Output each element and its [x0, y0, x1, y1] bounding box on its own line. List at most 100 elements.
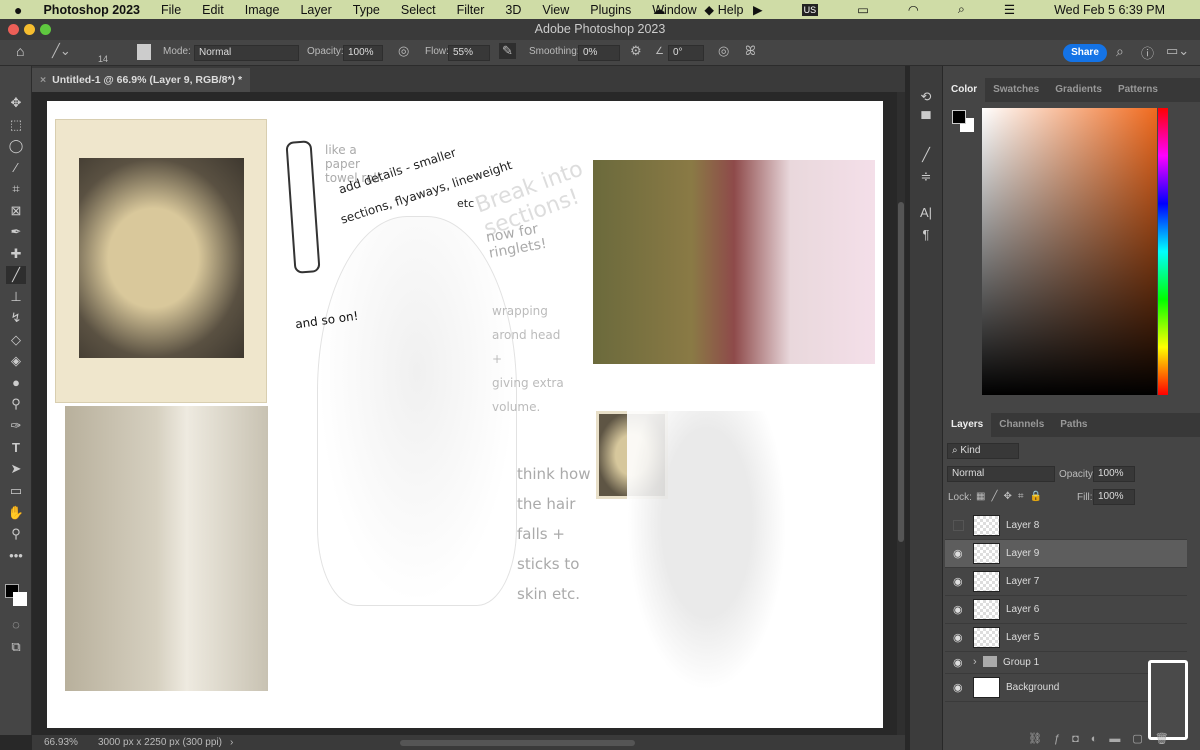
tab-patterns[interactable]: Patterns — [1110, 78, 1166, 102]
clock[interactable]: Wed Feb 5 6:39 PM — [1054, 3, 1165, 17]
layer-blend-mode[interactable]: Normal — [947, 466, 1055, 482]
help-icon[interactable]: ⓘ — [1141, 43, 1154, 62]
search-icon[interactable]: ⌕ — [1116, 43, 1124, 60]
zoom-tool-icon[interactable]: ⚲ — [6, 525, 26, 543]
menu-type[interactable]: Type — [353, 3, 380, 17]
eye-icon[interactable]: ◉ — [953, 603, 963, 616]
home-icon[interactable]: ⌂ — [16, 43, 24, 59]
type-tool-icon[interactable]: T — [6, 439, 26, 457]
eye-icon[interactable]: ◉ — [953, 547, 963, 560]
more-tools-icon[interactable]: ••• — [6, 547, 26, 565]
layer-filter-kind[interactable]: ⌕ Kind — [947, 443, 1019, 459]
wifi-icon[interactable]: ◠ — [908, 2, 919, 17]
share-button[interactable]: Share — [1063, 44, 1107, 62]
comments-panel-icon[interactable]: ▀ — [916, 110, 936, 128]
blur-tool-icon[interactable]: ● — [6, 374, 26, 392]
healing-brush-tool-icon[interactable]: ✚ — [6, 245, 26, 263]
tab-gradients[interactable]: Gradients — [1047, 78, 1110, 102]
screen-mode-icon[interactable]: ⧉ — [6, 638, 26, 656]
layer-row-layer-7[interactable]: ◉ Layer 7 — [945, 568, 1187, 596]
eye-icon[interactable]: ◉ — [953, 631, 963, 644]
tab-swatches[interactable]: Swatches — [985, 78, 1047, 102]
menu-layer[interactable]: Layer — [300, 3, 331, 17]
brush-size[interactable]: 14 — [98, 54, 108, 64]
brush-panel-icon[interactable]: ╱ — [916, 146, 936, 164]
quick-mask-icon[interactable]: ◌ — [6, 616, 26, 634]
layer-opacity-input[interactable]: 100% — [1093, 466, 1135, 482]
move-tool-icon[interactable]: ✥ — [6, 94, 26, 112]
visibility-toggle-off[interactable] — [953, 520, 964, 531]
hand-tool-icon[interactable]: ✋ — [6, 504, 26, 522]
menu-file[interactable]: File — [161, 3, 181, 17]
group-expand-chevron-icon[interactable]: › — [973, 656, 977, 668]
smoothing-input[interactable]: 0% — [578, 45, 620, 61]
layer-row-layer-5[interactable]: ◉ Layer 5 — [945, 624, 1187, 652]
battery-icon[interactable]: ▭ — [857, 2, 869, 17]
apple-menu[interactable]: ● — [14, 2, 22, 18]
background-color-swatch[interactable] — [13, 592, 27, 606]
creative-cloud-icon[interactable]: ☁ — [653, 2, 666, 17]
history-panel-icon[interactable]: ⟲ — [916, 88, 936, 106]
menu-view[interactable]: View — [542, 3, 569, 17]
magic-wand-tool-icon[interactable]: ⁄ — [6, 159, 26, 177]
menu-plugins[interactable]: Plugins — [590, 3, 631, 17]
brush-settings-panel-icon[interactable]: ≑ — [916, 168, 936, 186]
hue-slider[interactable] — [1158, 108, 1168, 395]
character-panel-icon[interactable]: A| — [916, 204, 936, 222]
eraser-tool-icon[interactable]: ◇ — [6, 331, 26, 349]
rectangle-tool-icon[interactable]: ▭ — [6, 482, 26, 500]
eye-icon[interactable]: ◉ — [953, 656, 963, 669]
path-selection-tool-icon[interactable]: ➤ — [6, 460, 26, 478]
minimize-window-button[interactable] — [24, 24, 35, 35]
lasso-tool-icon[interactable]: ◯ — [6, 137, 26, 155]
control-center-icon[interactable]: ☰ — [1004, 2, 1015, 17]
tab-color[interactable]: Color — [943, 78, 986, 102]
angle-input[interactable]: 0° — [668, 45, 704, 61]
menu-image[interactable]: Image — [245, 3, 280, 17]
color-foreground-swatch[interactable] — [952, 110, 966, 124]
dropbox-icon[interactable]: ◆ — [704, 2, 714, 17]
airbrush-icon[interactable]: ✎ — [499, 43, 516, 59]
gear-icon[interactable]: ⚙ — [630, 43, 642, 59]
brush-settings-icon[interactable] — [137, 44, 151, 60]
pen-tool-icon[interactable]: ✑ — [6, 417, 26, 435]
close-tab-icon[interactable]: × — [40, 74, 46, 86]
status-menu-arrow[interactable]: › — [230, 737, 233, 748]
close-window-button[interactable] — [8, 24, 19, 35]
brush-preset-icon[interactable]: ╱⌄ — [52, 43, 71, 59]
vertical-scrollbar[interactable] — [897, 92, 905, 735]
document-canvas[interactable]: like a paper towel roll. add details - s… — [47, 101, 883, 728]
input-source-icon[interactable]: US — [801, 3, 819, 16]
menu-3d[interactable]: 3D — [505, 3, 521, 17]
layer-row-layer-8[interactable]: Layer 8 — [945, 512, 1187, 540]
menu-edit[interactable]: Edit — [202, 3, 224, 17]
scroll-thumb[interactable] — [898, 202, 904, 542]
zoom-level[interactable]: 66.93% — [44, 737, 78, 748]
flow-input[interactable]: 55% — [448, 45, 490, 61]
symmetry-icon[interactable]: ꕤ — [745, 43, 756, 59]
layer-row-layer-9[interactable]: ◉ Layer 9 — [945, 540, 1187, 568]
eye-icon[interactable]: ◉ — [953, 681, 963, 694]
brush-tool-icon[interactable]: ╱ — [6, 266, 26, 284]
fill-input[interactable]: 100% — [1093, 489, 1135, 505]
opacity-input[interactable]: 100% — [343, 45, 383, 61]
horizontal-scrollbar[interactable] — [400, 740, 635, 746]
lock-icons[interactable]: ▦╱✥⌗🔒 — [976, 491, 1048, 502]
paragraph-panel-icon[interactable]: ¶ — [916, 226, 936, 244]
history-brush-tool-icon[interactable]: ↯ — [6, 309, 26, 327]
play-icon[interactable]: ▶ — [753, 2, 763, 17]
pressure-size-icon[interactable]: ◎ — [718, 43, 729, 59]
eyedropper-tool-icon[interactable]: ✒ — [6, 223, 26, 241]
frame-tool-icon[interactable]: ⊠ — [6, 202, 26, 220]
layer-actions-toolbar[interactable]: ⛓ƒ◘◐▬▢🗑 — [1028, 732, 1181, 745]
stamp-tool-icon[interactable]: ⊥ — [6, 288, 26, 306]
crop-tool-icon[interactable]: ⌗ — [6, 180, 26, 198]
layer-row-layer-6[interactable]: ◉ Layer 6 — [945, 596, 1187, 624]
pressure-opacity-icon[interactable]: ◎ — [398, 43, 409, 59]
paint-bucket-tool-icon[interactable]: ◈ — [6, 352, 26, 370]
dodge-tool-icon[interactable]: ⚲ — [6, 395, 26, 413]
tab-layers[interactable]: Layers — [943, 413, 992, 437]
marquee-tool-icon[interactable]: ⬚ — [6, 116, 26, 134]
menu-app[interactable]: Photoshop 2023 — [43, 3, 140, 17]
tab-channels[interactable]: Channels — [991, 413, 1052, 437]
